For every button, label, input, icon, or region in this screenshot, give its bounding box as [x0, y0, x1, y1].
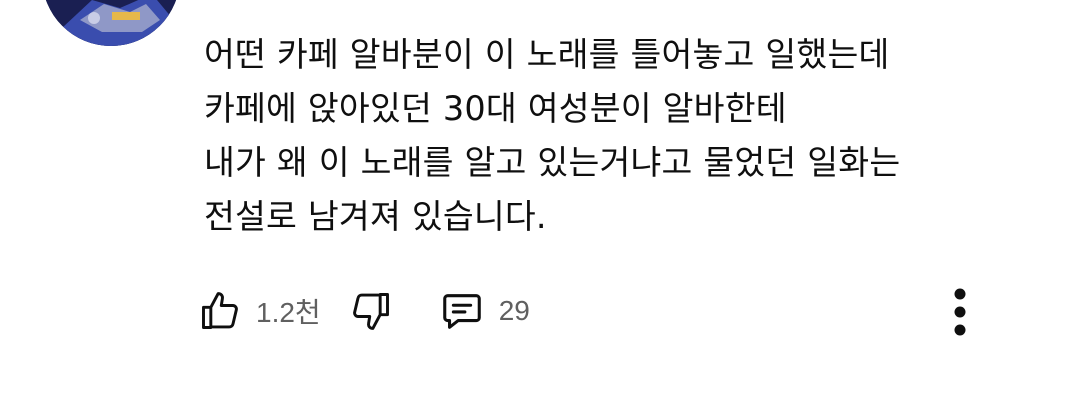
- more-options-button[interactable]: [944, 286, 976, 338]
- thumbs-up-icon: [202, 292, 238, 329]
- like-button[interactable]: 1.2천: [198, 289, 321, 333]
- dislike-button[interactable]: [349, 289, 393, 333]
- comment-line: 전설로 남겨져 있습니다.: [204, 197, 547, 236]
- thumbs-down-icon: [352, 293, 389, 330]
- comment-line: 카페에 앉아있던 30대 여성분이 알바한테: [204, 89, 787, 128]
- like-count: 1.2천: [256, 297, 321, 328]
- avatar-image: [42, 0, 180, 46]
- comment-icon: [442, 294, 481, 329]
- reply-count: 29: [498, 295, 530, 326]
- replies-button[interactable]: 29: [439, 288, 530, 334]
- avatar[interactable]: [42, 0, 180, 46]
- comment-line: 어떤 카페 알바분이 이 노래를 틀어놓고 일했는데: [204, 35, 890, 74]
- more-vert-icon: [954, 288, 966, 336]
- comment-action-bar: 1.2천 29: [198, 286, 530, 336]
- comment-line: 내가 왜 이 노래를 알고 있는거냐고 물었던 일화는: [204, 143, 901, 182]
- comment-text: 어떤 카페 알바분이 이 노래를 틀어놓고 일했는데 카페에 앉아있던 30대 …: [204, 28, 1044, 244]
